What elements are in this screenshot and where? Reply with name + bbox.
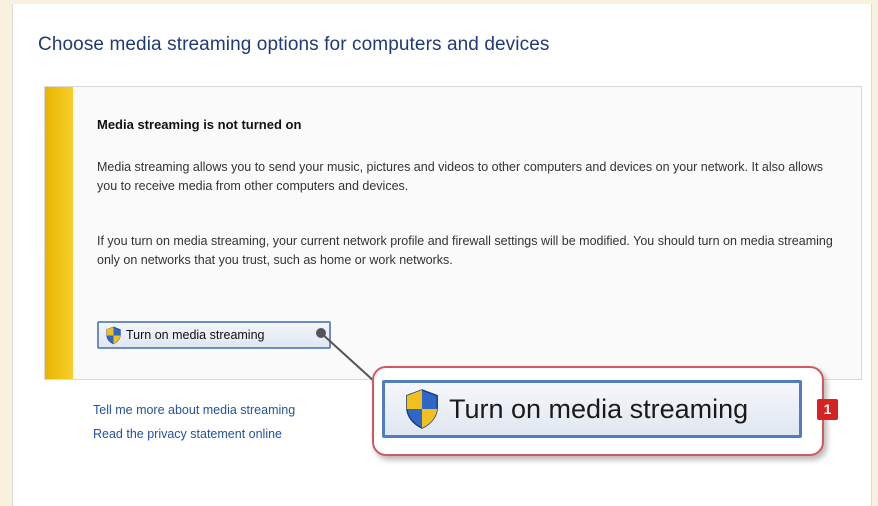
- notice-paragraph-1: Media streaming allows you to send your …: [97, 160, 824, 193]
- turn-on-button-label: Turn on media streaming: [126, 328, 265, 342]
- shield-icon: [106, 326, 121, 344]
- zoomed-button-label: Turn on media streaming: [449, 393, 749, 424]
- page-title: Choose media streaming options for compu…: [38, 34, 550, 55]
- notice-paragraph-2: If you turn on media streaming, your cur…: [97, 234, 833, 267]
- turn-on-media-streaming-button[interactable]: Turn on media streaming: [97, 321, 331, 349]
- zoom-callout: Turn on media streaming: [372, 366, 824, 456]
- callout-anchor-dot: [316, 328, 326, 338]
- notice-title: Media streaming is not turned on: [97, 117, 302, 132]
- tell-me-more-link[interactable]: Tell me more about media streaming: [93, 398, 295, 422]
- help-links: Tell me more about media streaming Read …: [93, 398, 295, 446]
- privacy-statement-link[interactable]: Read the privacy statement online: [93, 422, 295, 446]
- turn-on-media-streaming-button-zoomed[interactable]: Turn on media streaming: [382, 380, 802, 438]
- shield-icon: [406, 389, 438, 429]
- notice-card: Media streaming is not turned on Media s…: [44, 86, 862, 380]
- notice-accent-bar: [45, 87, 73, 379]
- step-number-badge: 1: [817, 399, 838, 420]
